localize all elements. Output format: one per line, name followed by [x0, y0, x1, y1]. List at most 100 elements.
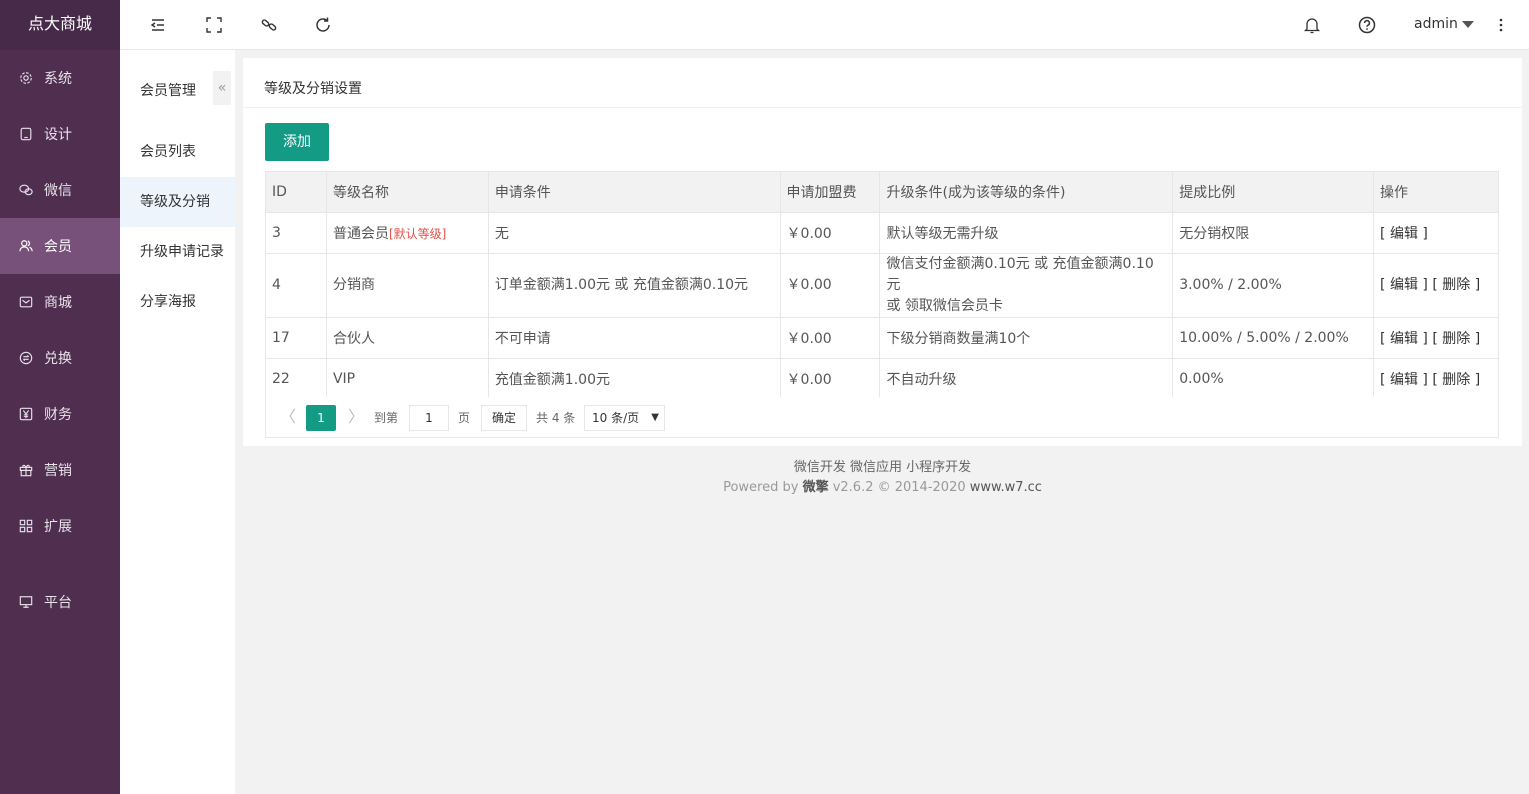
cell-apply: 充值金额满1.00元: [487, 358, 781, 400]
nav-label: 系统: [44, 71, 72, 87]
cell-ratio: 无分销权限: [1172, 212, 1375, 254]
sub-menu-item-level[interactable]: 等级及分销: [120, 177, 235, 227]
add-button[interactable]: 添加: [265, 123, 329, 161]
col-header-name[interactable]: 等级名称: [325, 171, 489, 213]
table-row: 3 普通会员[默认等级] 无 ￥0.00 默认等级无需升级 无分销权限 [ 编辑…: [265, 212, 1499, 254]
sub-menu-item-member-list[interactable]: 会员列表: [120, 127, 235, 177]
pagination: 〈 1 〉 到第 1 页 确定 共 4 条 10 条/页 ▼: [265, 397, 1499, 438]
page-1-button[interactable]: 1: [306, 405, 336, 431]
gear-icon: [19, 71, 33, 85]
tablet-icon: [19, 127, 33, 141]
cell-apply: 订单金额满1.00元 或 充值金额满0.10元: [487, 253, 781, 318]
chevron-down-icon[interactable]: [1462, 21, 1474, 28]
nav-item-extend[interactable]: 扩展: [0, 498, 120, 554]
upgrade-line: 或 领取微信会员卡: [886, 298, 1003, 314]
page-size-value: 10 条/页: [592, 411, 640, 425]
col-header-actions[interactable]: 操作: [1373, 171, 1499, 213]
col-header-apply[interactable]: 申请条件: [487, 171, 781, 213]
nav-item-marketing[interactable]: 营销: [0, 442, 120, 498]
nav-item-mall[interactable]: 商城: [0, 274, 120, 330]
edit-link[interactable]: [ 编辑 ]: [1380, 277, 1428, 293]
user-group-icon: [19, 239, 33, 253]
cell-fee: ￥0.00: [779, 358, 881, 400]
goto-page-input[interactable]: 1: [409, 405, 449, 431]
cell-upgrade: 默认等级无需升级: [879, 212, 1174, 254]
menu-fold-icon[interactable]: [148, 15, 168, 35]
sub-menu-item-share-poster[interactable]: 分享海报: [120, 277, 235, 327]
site-link[interactable]: www.w7.cc: [970, 480, 1042, 495]
brand-logo[interactable]: 点大商城: [0, 0, 120, 50]
cell-id: 17: [265, 317, 327, 359]
help-icon[interactable]: [1357, 15, 1377, 35]
table-header-row: ID 等级名称 申请条件 申请加盟费 升级条件(成为该等级的条件) 提成比例 操…: [265, 171, 1499, 213]
nav-item-design[interactable]: 设计: [0, 106, 120, 162]
level-name: 普通会员: [332, 226, 389, 242]
sub-menu: 会员管理 会员列表 等级及分销 升级申请记录 分享海报: [120, 50, 235, 794]
cell-fee: ￥0.00: [779, 317, 881, 359]
page-size-select[interactable]: 10 条/页 ▼: [584, 405, 665, 431]
nav-item-wechat[interactable]: 微信: [0, 162, 120, 218]
powered-brand: 微擎: [802, 480, 829, 495]
default-level-badge: [默认等级]: [388, 227, 447, 241]
nav-item-system[interactable]: 系统: [0, 50, 120, 106]
total-count: 共 4 条: [536, 411, 576, 425]
level-name: VIP: [332, 371, 356, 387]
cell-name: VIP: [325, 358, 489, 400]
powered-prefix: Powered by: [723, 480, 803, 495]
cell-name: 合伙人: [325, 317, 489, 359]
upgrade-line: 微信支付金额满0.10元 或 充值金额满0.10元: [886, 256, 1154, 293]
table-row: 22 VIP 充值金额满1.00元 ￥0.00 不自动升级 0.00% [ 编辑…: [265, 358, 1499, 400]
nav-item-member[interactable]: 会员: [0, 218, 120, 274]
fullscreen-icon[interactable]: [204, 15, 224, 35]
footer-links[interactable]: 微信开发 微信应用 小程序开发: [243, 458, 1522, 478]
nav-item-platform[interactable]: 平台: [0, 574, 120, 630]
nav-item-finance[interactable]: 财务: [0, 386, 120, 442]
level-name: 合伙人: [332, 331, 375, 347]
page-unit-label: 页: [458, 411, 471, 425]
level-table: ID 等级名称 申请条件 申请加盟费 升级条件(成为该等级的条件) 提成比例 操…: [265, 171, 1499, 400]
cell-actions: [ 编辑 ] [ 删除 ]: [1373, 253, 1499, 318]
main-sidebar: 点大商城 系统 设计 微信 会员 商城 兑换 财务 营销 扩展 平台: [0, 0, 120, 794]
cell-id: 3: [265, 212, 327, 254]
next-page-icon[interactable]: 〉: [348, 407, 364, 427]
cell-id: 22: [265, 358, 327, 400]
exchange-icon: [19, 351, 33, 365]
delete-link[interactable]: [ 删除 ]: [1432, 372, 1480, 388]
col-header-fee[interactable]: 申请加盟费: [779, 171, 881, 213]
cell-actions: [ 编辑 ]: [1373, 212, 1499, 254]
cell-id: 4: [265, 253, 327, 318]
cell-apply: 不可申请: [487, 317, 781, 359]
link-icon[interactable]: [259, 15, 279, 35]
monitor-icon: [19, 595, 33, 609]
user-name[interactable]: admin: [1414, 16, 1458, 32]
prev-page-icon[interactable]: 〈: [280, 407, 296, 427]
sub-menu-item-upgrade-records[interactable]: 升级申请记录: [120, 227, 235, 277]
nav-item-exchange[interactable]: 兑换: [0, 330, 120, 386]
cell-apply: 无: [487, 212, 781, 254]
edit-link[interactable]: [ 编辑 ]: [1380, 226, 1428, 242]
col-header-id[interactable]: ID: [265, 171, 327, 213]
page-title: 等级及分销设置: [264, 81, 362, 97]
delete-link[interactable]: [ 删除 ]: [1432, 331, 1480, 347]
cell-name: 分销商: [325, 253, 489, 318]
nav-label: 会员: [44, 239, 72, 255]
cell-fee: ￥0.00: [779, 212, 881, 254]
refresh-icon[interactable]: [313, 15, 333, 35]
cell-name: 普通会员[默认等级]: [325, 212, 489, 254]
goto-label: 到第: [374, 411, 399, 425]
col-header-upgrade[interactable]: 升级条件(成为该等级的条件): [879, 171, 1174, 213]
powered-suffix: v2.6.2 © 2014-2020: [828, 480, 970, 495]
nav-label: 兑换: [44, 351, 72, 367]
delete-link[interactable]: [ 删除 ]: [1432, 277, 1480, 293]
confirm-goto-button[interactable]: 确定: [481, 405, 527, 431]
col-header-ratio[interactable]: 提成比例: [1172, 171, 1375, 213]
more-icon[interactable]: [1491, 15, 1511, 35]
yen-icon: [19, 407, 33, 421]
edit-link[interactable]: [ 编辑 ]: [1380, 331, 1428, 347]
table-row: 17 合伙人 不可申请 ￥0.00 下级分销商数量满10个 10.00% / 5…: [265, 317, 1499, 359]
collapse-submenu-button[interactable]: «: [213, 71, 231, 105]
bell-icon[interactable]: [1302, 15, 1322, 35]
edit-link[interactable]: [ 编辑 ]: [1380, 372, 1428, 388]
gift-icon: [19, 463, 33, 477]
nav-label: 扩展: [44, 519, 72, 535]
